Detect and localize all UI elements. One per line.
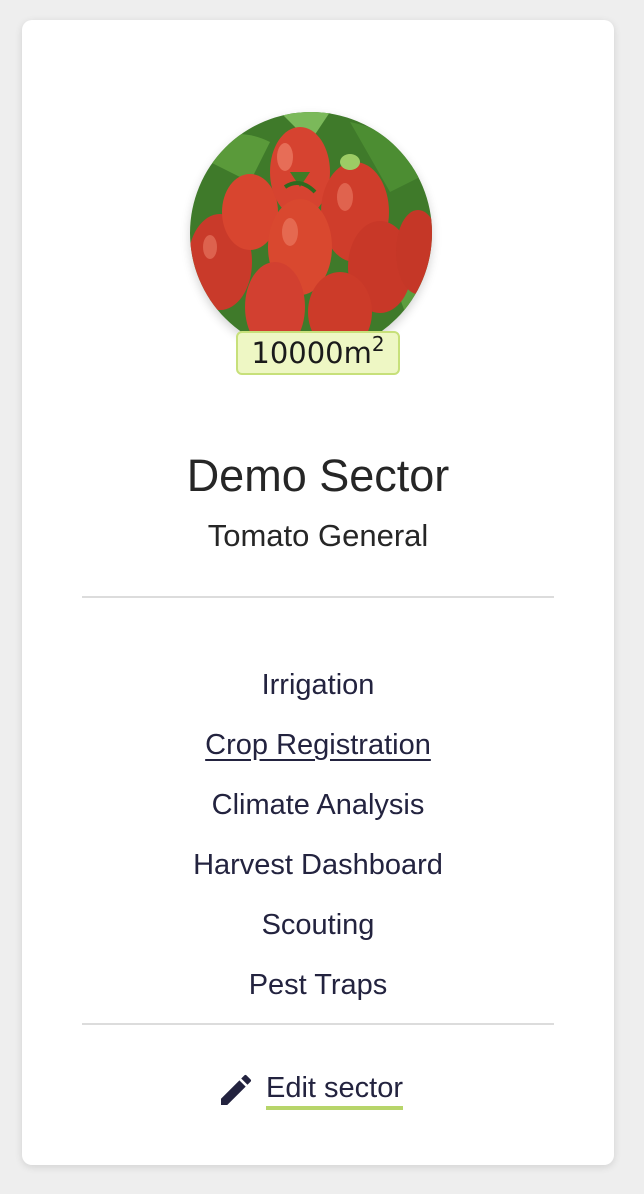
nav-item-label[interactable]: Crop Registration [205,729,431,761]
sector-crop: Tomato General [207,518,429,553]
tomato-image [190,112,432,354]
area-badge: 10000m2 [236,331,400,375]
divider-bottom [82,1023,554,1025]
nav-item-label[interactable]: Scouting [262,909,375,941]
nav-item-label[interactable]: Climate Analysis [212,789,425,821]
crop-avatar [190,112,432,354]
nav-item-label[interactable]: Harvest Dashboard [193,849,443,881]
edit-sector-label[interactable]: Edit sector [266,1070,403,1110]
nav-item-label[interactable]: Pest Traps [249,969,388,1001]
area-unit-exponent: 2 [371,332,385,356]
nav-item-harvest-dashboard[interactable]: Harvest Dashboard [22,840,614,900]
nav-item-pest-traps[interactable]: Pest Traps [22,960,614,1020]
sector-name: Demo Sector [186,450,450,501]
nav-item-crop-registration[interactable]: Crop Registration [22,720,614,780]
nav-item-scouting[interactable]: Scouting [22,900,614,960]
area-value: 10000m [251,336,372,370]
sector-nav: Irrigation Crop Registration Climate Ana… [22,660,614,1020]
nav-item-irrigation[interactable]: Irrigation [22,660,614,720]
pencil-icon [221,1074,252,1105]
divider-top [82,596,554,598]
nav-item-label[interactable]: Irrigation [262,669,375,701]
edit-sector-button[interactable]: Edit sector [216,1065,403,1115]
sector-card: 10000m2 Demo Sector Tomato General Irrig… [22,20,614,1165]
nav-item-climate-analysis[interactable]: Climate Analysis [22,780,614,840]
